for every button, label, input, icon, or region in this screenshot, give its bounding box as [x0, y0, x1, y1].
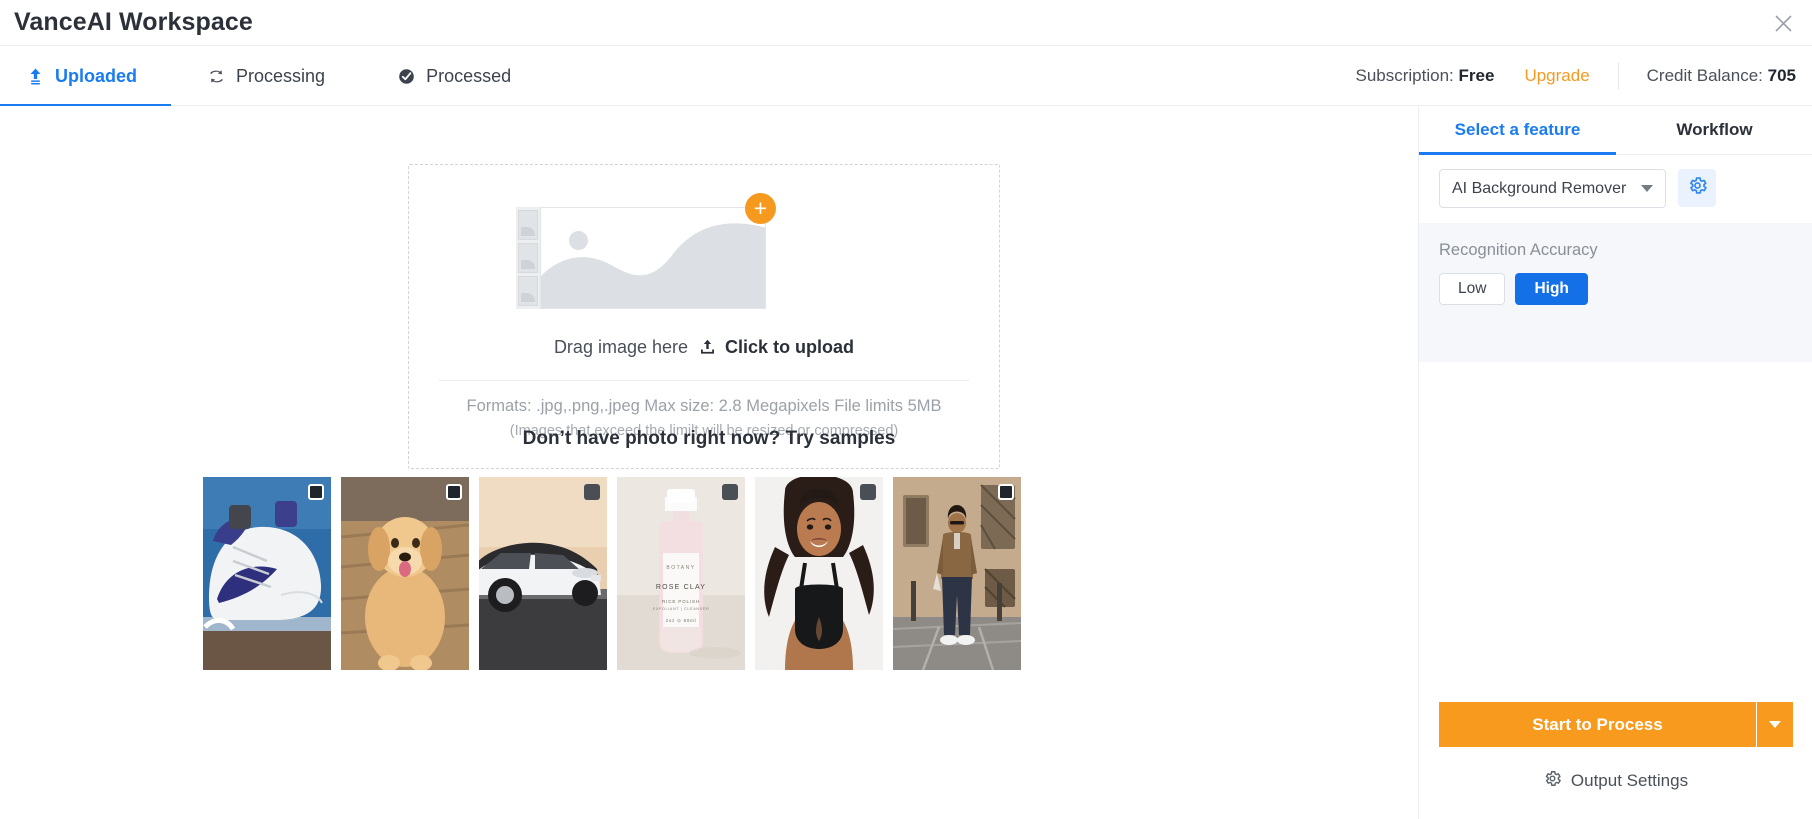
svg-text:RICE POLISH: RICE POLISH	[662, 599, 700, 604]
panel-tab-list: Select a feature Workflow	[1419, 106, 1812, 155]
svg-text:ROSE CLAY: ROSE CLAY	[656, 584, 706, 591]
svg-text:EXFOLIANT | CLEANSER: EXFOLIANT | CLEANSER	[653, 607, 710, 611]
start-process-dropdown-button[interactable]	[1757, 702, 1793, 747]
tab-uploaded-label: Uploaded	[55, 65, 138, 86]
tab-select-a-feature[interactable]: Select a feature	[1419, 106, 1616, 155]
recognition-accuracy-section: Recognition Accuracy Low High	[1419, 223, 1812, 362]
account-status-bar: Subscription: Free Upgrade Credit Balanc…	[1356, 46, 1796, 106]
sample-thumbnail-car[interactable]	[479, 477, 607, 670]
subscription-status: Subscription: Free	[1356, 66, 1525, 86]
feature-select-dropdown[interactable]: AI Background Remover	[1439, 169, 1666, 208]
page-title: VanceAI Workspace	[14, 8, 253, 36]
placeholder-image-graphic: +	[516, 193, 776, 309]
accuracy-option-low-label: Low	[1458, 280, 1487, 297]
dropzone-cta: Drag image here Click to upload	[409, 337, 999, 360]
upload-arrow-icon	[26, 67, 45, 86]
samples-heading: Don’t have photo right now? Try samples	[522, 428, 896, 449]
plus-symbol: +	[753, 195, 768, 221]
credit-balance-value: 705	[1767, 66, 1796, 85]
feature-settings-button[interactable]	[1678, 169, 1716, 207]
sample-thumbnail-row: BOTANY ROSE CLAY RICE POLISH EXFOLIANT |…	[203, 477, 1021, 670]
title-bar: VanceAI Workspace	[0, 0, 1812, 46]
photo-placeholder-icon	[540, 207, 766, 309]
tab-processed-label: Processed	[426, 65, 512, 86]
top-tab-bar: Uploaded Processing Processed Subscripti…	[0, 46, 1812, 107]
tab-processed[interactable]: Processed	[361, 46, 537, 106]
subscription-value: Free	[1458, 66, 1495, 85]
start-process-button-group: Start to Process	[1439, 702, 1793, 747]
tab-processing[interactable]: Processing	[171, 46, 361, 106]
plus-icon[interactable]: +	[745, 193, 776, 224]
sample-thumbnail-woman[interactable]	[755, 477, 883, 670]
gear-icon	[1543, 769, 1562, 793]
chevron-down-icon	[1641, 185, 1653, 192]
chevron-down-icon	[1769, 721, 1781, 728]
click-to-upload-text[interactable]: Click to upload	[725, 337, 854, 357]
accuracy-option-low[interactable]: Low	[1439, 273, 1506, 305]
svg-text:BOTANY: BOTANY	[666, 565, 695, 571]
sample-checkbox[interactable]	[860, 484, 876, 500]
credit-balance: Credit Balance: 705	[1619, 66, 1796, 86]
close-icon[interactable]	[1766, 6, 1800, 40]
format-info-text: Formats: .jpg,.png,.jpeg Max size: 2.8 M…	[466, 397, 942, 415]
output-settings-label: Output Settings	[1570, 771, 1689, 790]
sample-thumbnail-sneakers[interactable]	[203, 477, 331, 670]
refresh-sync-icon	[207, 67, 226, 86]
filmstrip-icon	[516, 207, 540, 309]
sample-thumbnail-puppy[interactable]	[341, 477, 469, 670]
tab-list: Uploaded Processing Processed	[0, 46, 537, 107]
gear-icon	[1687, 175, 1708, 201]
start-to-process-button[interactable]: Start to Process	[1439, 702, 1757, 747]
feature-selector-row: AI Background Remover	[1419, 155, 1812, 223]
upload-dropzone[interactable]: + Drag image here Click to upload Format…	[408, 164, 1000, 469]
sample-checkbox[interactable]	[446, 484, 462, 500]
dropzone-divider	[439, 380, 969, 381]
svg-text:2oz ⊙ 60ml: 2oz ⊙ 60ml	[666, 618, 697, 623]
tab-select-a-feature-label: Select a feature	[1454, 120, 1581, 139]
subscription-label: Subscription:	[1355, 66, 1454, 85]
sample-checkbox[interactable]	[308, 484, 324, 500]
drag-image-text: Drag image here	[553, 337, 689, 357]
sample-checkbox[interactable]	[584, 484, 600, 500]
start-to-process-label: Start to Process	[1532, 714, 1663, 734]
recognition-accuracy-label: Recognition Accuracy	[1439, 241, 1598, 259]
main-content-area: + Drag image here Click to upload Format…	[0, 106, 1418, 819]
tab-workflow-label: Workflow	[1676, 120, 1753, 139]
sample-checkbox[interactable]	[722, 484, 738, 500]
check-circle-icon	[397, 67, 416, 86]
sample-thumbnail-man[interactable]	[893, 477, 1021, 670]
right-side-panel: Select a feature Workflow AI Background …	[1418, 106, 1812, 819]
accuracy-option-high-label: High	[1534, 280, 1569, 297]
tab-uploaded[interactable]: Uploaded	[0, 46, 172, 107]
tab-processing-label: Processing	[236, 65, 326, 86]
vanceai-workspace-window: VanceAI Workspace Uploaded Processing Pr…	[0, 0, 1812, 819]
upload-tray-icon	[700, 339, 715, 360]
sample-checkbox[interactable]	[998, 484, 1014, 500]
credit-balance-label: Credit Balance:	[1646, 66, 1763, 85]
sample-thumbnail-bottle[interactable]: BOTANY ROSE CLAY RICE POLISH EXFOLIANT |…	[617, 477, 745, 670]
tab-workflow[interactable]: Workflow	[1616, 106, 1812, 154]
accuracy-option-group: Low High	[1439, 273, 1588, 305]
upgrade-link[interactable]: Upgrade	[1524, 66, 1617, 86]
feature-select-value: AI Background Remover	[1452, 179, 1627, 197]
output-settings-button[interactable]: Output Settings	[1419, 769, 1812, 793]
accuracy-option-high[interactable]: High	[1515, 273, 1588, 305]
